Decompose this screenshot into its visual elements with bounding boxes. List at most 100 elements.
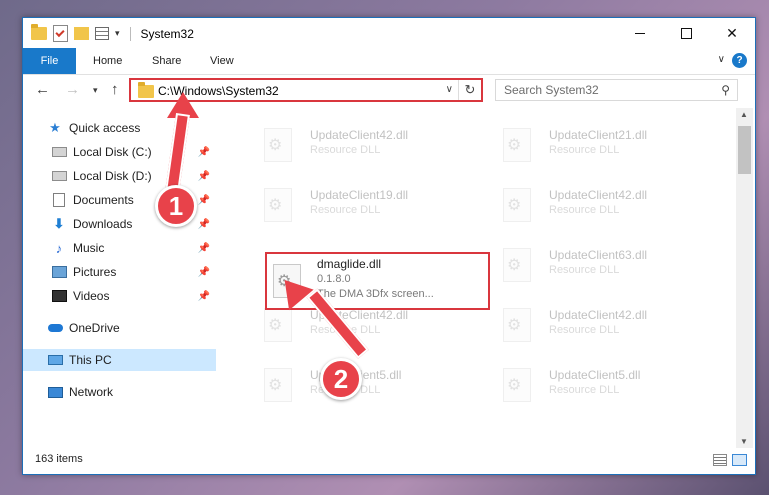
file-name: UpdateClient42.dll: [549, 308, 648, 322]
pc-icon: [47, 353, 63, 367]
tab-home[interactable]: Home: [93, 48, 122, 74]
sidebar-item-local-disk-c[interactable]: Local Disk (C:) 📌: [23, 141, 216, 163]
file-description: Resource DLL: [549, 384, 620, 396]
disk-icon: [51, 145, 67, 159]
item-count: 163 items: [35, 453, 83, 465]
file-tile[interactable]: UpdateClient42.dll Resource DLL: [234, 122, 454, 168]
file-description: Resource DLL: [549, 324, 620, 336]
sidebar-item-label: Local Disk (D:): [73, 169, 152, 183]
dll-file-icon: [264, 188, 292, 222]
sidebar-item-label: This PC: [69, 353, 112, 367]
network-icon: [47, 385, 63, 399]
pin-icon[interactable]: 📌: [198, 219, 210, 230]
file-name: UpdateClient42.dll: [310, 128, 409, 142]
maximize-button[interactable]: [663, 18, 709, 48]
callout-badge-1: 1: [155, 185, 197, 227]
file-tile[interactable]: UpdateClient5.dll Resource DLL: [473, 362, 693, 408]
scroll-down-icon[interactable]: ▼: [740, 437, 748, 446]
sidebar-item-label: Music: [73, 241, 105, 255]
quick-access-toolbar: ▾ System32: [31, 24, 194, 42]
sidebar-item-pictures[interactable]: Pictures 📌: [23, 261, 216, 283]
navigation-pane: ★ Quick access Local Disk (C:) 📌 Local D…: [23, 108, 216, 448]
sidebar-item-local-disk-d[interactable]: Local Disk (D:) 📌: [23, 165, 216, 187]
close-icon: ✕: [726, 24, 738, 41]
file-name: dmaglide.dll: [317, 257, 382, 271]
file-description: Resource DLL: [310, 204, 381, 216]
pin-icon[interactable]: 📌: [198, 171, 210, 182]
sidebar-item-this-pc[interactable]: This PC: [23, 349, 216, 371]
tab-share[interactable]: Share: [152, 48, 181, 74]
file-description: Resource DLL: [549, 204, 620, 216]
documents-icon: [51, 193, 67, 207]
minimize-button[interactable]: [617, 18, 663, 48]
tiles-view-icon[interactable]: [732, 454, 747, 466]
search-input[interactable]: Search System32 ⚲: [495, 79, 738, 101]
file-tile[interactable]: UpdateClient63.dll Resource DLL: [473, 242, 693, 288]
file-name: UpdateClient5.dll: [549, 368, 641, 382]
forward-arrow-icon[interactable]: →: [65, 81, 80, 98]
details-view-icon[interactable]: [713, 454, 727, 466]
status-bar: 163 items: [23, 448, 755, 474]
file-tile[interactable]: UpdateClient42.dll Resource DLL: [473, 182, 693, 228]
title-separator: [129, 26, 131, 41]
pin-icon[interactable]: 📌: [198, 147, 210, 158]
refresh-icon[interactable]: ↻: [458, 80, 481, 100]
dll-file-icon: [264, 368, 292, 402]
scrollbar-thumb[interactable]: [738, 126, 751, 174]
sidebar-item-label: Network: [69, 385, 114, 399]
file-description: Resource DLL: [310, 144, 381, 156]
maximize-icon: [680, 27, 692, 39]
address-dropdown-icon[interactable]: ∨: [446, 84, 453, 95]
dll-file-icon: [264, 128, 292, 162]
sidebar-item-label: Quick access: [69, 121, 141, 135]
file-name: UpdateClient21.dll: [549, 128, 648, 142]
sidebar-item-onedrive[interactable]: OneDrive: [23, 317, 216, 339]
file-name: UpdateClient63.dll: [549, 248, 648, 262]
help-icon[interactable]: ?: [732, 53, 747, 68]
properties-icon[interactable]: [53, 25, 68, 42]
pin-icon[interactable]: 📌: [198, 291, 210, 302]
pin-icon[interactable]: 📌: [198, 195, 210, 206]
sidebar-item-videos[interactable]: Videos 📌: [23, 285, 216, 307]
folder-icon: [31, 24, 47, 40]
vertical-scrollbar[interactable]: ▲ ▼: [736, 108, 753, 448]
close-button[interactable]: ✕: [709, 18, 755, 48]
tab-file[interactable]: File: [23, 48, 76, 74]
pin-icon[interactable]: 📌: [198, 243, 210, 254]
pin-icon[interactable]: 📌: [198, 267, 210, 278]
search-placeholder: Search System32: [504, 83, 599, 97]
dll-file-icon: [264, 308, 292, 342]
navigation-bar: ← → ▾ ↑ C:\Windows\System32 ∨ ↻ Search S…: [23, 75, 755, 107]
search-icon[interactable]: ⚲: [721, 83, 730, 97]
file-description: Resource DLL: [549, 264, 620, 276]
back-arrow-icon[interactable]: ←: [35, 81, 50, 98]
dll-file-icon: [503, 248, 531, 282]
file-tile[interactable]: UpdateClient21.dll Resource DLL: [473, 122, 693, 168]
dll-file-icon: [503, 308, 531, 342]
recent-locations-icon[interactable]: ▾: [93, 85, 98, 96]
dll-file-icon: [503, 188, 531, 222]
scroll-up-icon[interactable]: ▲: [740, 110, 748, 119]
disk-icon: [51, 169, 67, 183]
up-arrow-icon[interactable]: ↑: [111, 81, 119, 98]
sidebar-item-music[interactable]: ♪ Music 📌: [23, 237, 216, 259]
sidebar-item-network[interactable]: Network: [23, 381, 216, 403]
callout-badge-2: 2: [320, 358, 362, 400]
videos-icon: [51, 289, 67, 303]
sidebar-item-label: Local Disk (C:): [73, 145, 152, 159]
tab-view[interactable]: View: [210, 48, 234, 74]
window-controls: ✕: [617, 18, 755, 48]
ribbon-tabs: File Home Share View ∨ ?: [23, 48, 755, 75]
pictures-icon: [51, 265, 67, 279]
file-description: Resource DLL: [549, 144, 620, 156]
sidebar-item-label: Downloads: [73, 217, 133, 231]
file-tile[interactable]: UpdateClient19.dll Resource DLL: [234, 182, 454, 228]
expand-ribbon-icon[interactable]: ∨: [718, 54, 725, 65]
sidebar-item-label: Pictures: [73, 265, 117, 279]
sidebar-item-label: Videos: [73, 289, 110, 303]
new-folder-icon[interactable]: [74, 27, 89, 40]
file-name: UpdateClient42.dll: [549, 188, 648, 202]
view-options-icon[interactable]: [95, 27, 109, 40]
customize-toolbar-icon[interactable]: ▾: [115, 28, 120, 39]
file-tile[interactable]: UpdateClient42.dll Resource DLL: [473, 302, 693, 348]
